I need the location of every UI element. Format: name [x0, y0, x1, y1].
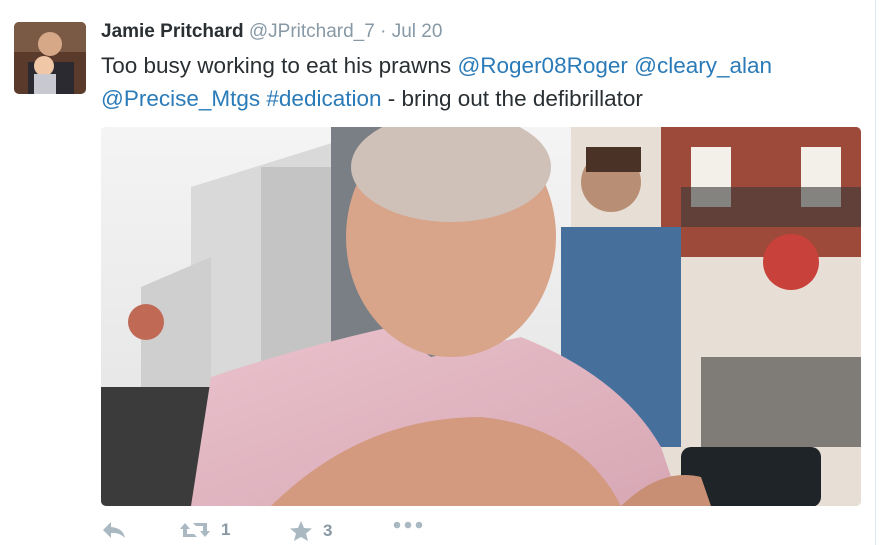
- favorite-count: 3: [323, 521, 333, 540]
- avatar[interactable]: [14, 22, 86, 94]
- timestamp[interactable]: Jul 20: [392, 21, 443, 42]
- more-icon: [393, 521, 423, 529]
- retweet-count: 1: [221, 520, 231, 539]
- tweet-header: Jamie Pritchard @JPritchard_7 · Jul 20: [101, 20, 442, 44]
- reply-button[interactable]: [101, 520, 127, 540]
- tweet-page: Jamie Pritchard @JPritchard_7 · Jul 20 T…: [0, 0, 885, 545]
- more-button[interactable]: [393, 520, 423, 530]
- tweet-photo[interactable]: [101, 127, 861, 506]
- mention-roger08roger[interactable]: @Roger08Roger: [457, 53, 627, 78]
- favorite-button[interactable]: 3: [289, 520, 332, 542]
- fullname[interactable]: Jamie Pritchard: [101, 21, 244, 42]
- tweet-text-prefix: Too busy working to eat his prawns: [101, 53, 458, 78]
- hashtag-dedication[interactable]: #dedication: [266, 86, 381, 111]
- tweet-text-suffix: - bring out the defibrillator: [381, 86, 643, 111]
- retweet-button[interactable]: 1: [179, 520, 230, 540]
- tweet-text: Too busy working to eat his prawns @Roge…: [101, 49, 861, 115]
- tweet-actions: 1 3: [101, 520, 501, 545]
- mention-cleary-alan[interactable]: @cleary_alan: [634, 53, 772, 78]
- username[interactable]: @JPritchard_7: [249, 21, 375, 42]
- separator-dot: ·: [380, 21, 387, 42]
- mention-precise-mtgs[interactable]: @Precise_Mtgs: [101, 86, 260, 111]
- retweet-icon: [180, 523, 210, 537]
- reply-icon: [103, 522, 125, 538]
- star-icon: [290, 521, 312, 541]
- timeline-border: [875, 0, 876, 545]
